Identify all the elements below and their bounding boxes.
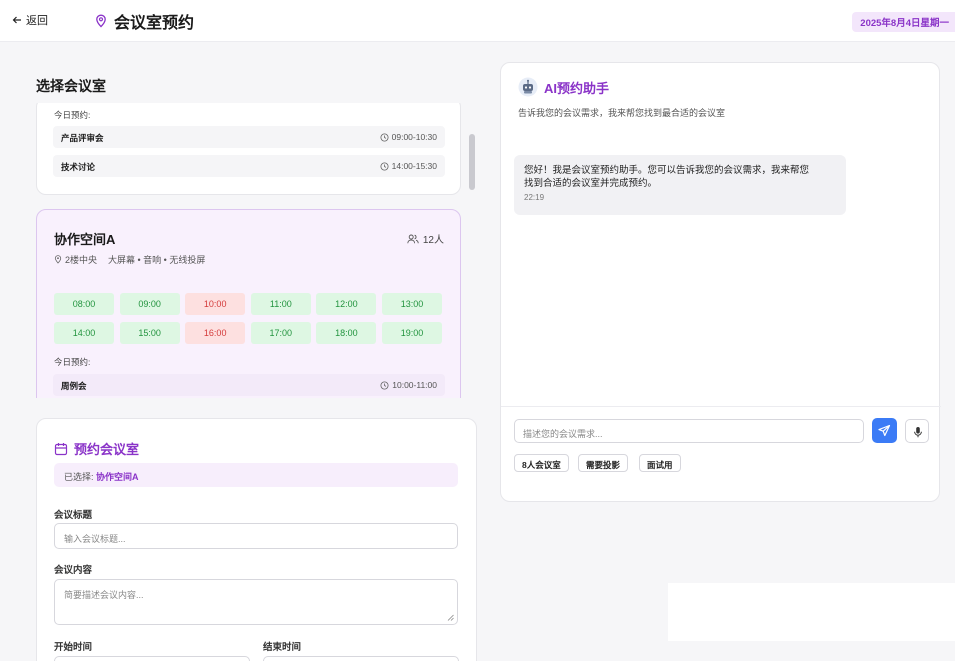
selected-room-box: 已选择: 协作空间A bbox=[54, 463, 458, 487]
quick-reply-interview[interactable]: 面试用 bbox=[639, 454, 681, 472]
page-title: 会议室预约 bbox=[114, 15, 195, 32]
time-slot[interactable]: 10:00 bbox=[185, 293, 246, 315]
room-features: 大屏幕 • 音响 • 无线投屏 bbox=[108, 255, 206, 265]
booking-time: 09:00-10:30 bbox=[380, 132, 437, 142]
microphone-icon bbox=[914, 427, 922, 438]
quick-reply-projector[interactable]: 需要投影 bbox=[578, 454, 629, 472]
room-name: 协作空间A bbox=[54, 232, 116, 247]
booking-time: 10:00-11:00 bbox=[380, 380, 437, 390]
ai-assistant-title: AI预约助手 bbox=[544, 80, 610, 96]
time-slot[interactable]: 13:00 bbox=[382, 293, 442, 315]
time-slot[interactable]: 09:00 bbox=[119, 293, 180, 315]
booking-name: 技术讨论 bbox=[61, 162, 96, 172]
ai-assistant-panel: AI预约助手 告诉我您的会议需求，我来帮您找到最合适的会议室 您好！我是会议室预… bbox=[500, 62, 941, 502]
chat-divider bbox=[501, 406, 941, 407]
resize-handle-icon[interactable] bbox=[447, 614, 454, 621]
message-timestamp: 22:19 bbox=[524, 193, 545, 202]
time-slot[interactable]: 15:00 bbox=[119, 322, 180, 344]
end-time-label: 结束时间 bbox=[263, 642, 302, 653]
room-card-collab-a[interactable]: 协作空间A 12人 2楼中央 大屏幕 • 音响 • 无线投屏 08:00 09:0… bbox=[36, 209, 461, 398]
time-slot[interactable]: 16:00 bbox=[185, 322, 246, 344]
time-slot[interactable]: 11:00 bbox=[250, 293, 311, 315]
blank-area bbox=[668, 583, 955, 641]
voice-input-button[interactable] bbox=[905, 419, 929, 443]
location-pin-icon bbox=[96, 14, 106, 28]
chat-input[interactable]: 描述您的会议需求... bbox=[514, 419, 864, 443]
date-badge: 2025年8月4日星期一 bbox=[852, 12, 955, 32]
selected-prefix: 已选择: bbox=[64, 472, 94, 482]
clock-icon bbox=[380, 161, 389, 171]
booking-form: 预约会议室 已选择: 协作空间A 会议标题 输入会议标题... 会议内容 简要描… bbox=[36, 418, 477, 661]
booking-name: 产品评审会 bbox=[61, 133, 104, 143]
top-bar: 返回 会议室预约 2025年8月4日星期一 bbox=[0, 0, 955, 42]
meeting-content-placeholder: 简要描述会议内容... bbox=[64, 590, 144, 600]
booking-form-header: 预约会议室 bbox=[54, 439, 139, 458]
room-list[interactable]: 今日预约: 产品评审会 09:00-10:30 技术讨论 14:00-15:30… bbox=[30, 103, 478, 398]
assistant-message-line: 您好！我是会议室预约助手。您可以告诉我您的会议需求，我来帮您 bbox=[524, 165, 810, 176]
time-slot[interactable]: 08:00 bbox=[54, 293, 114, 315]
quick-reply-8-person[interactable]: 8人会议室 bbox=[514, 454, 569, 472]
today-bookings-label: 今日预约: bbox=[54, 110, 91, 120]
send-button[interactable] bbox=[872, 418, 897, 443]
start-time-label: 开始时间 bbox=[54, 642, 93, 653]
room-location: 2楼中央 大屏幕 • 音响 • 无线投屏 bbox=[54, 253, 205, 266]
booking-row: 周例会 10:00-11:00 bbox=[53, 374, 445, 396]
meeting-content-label: 会议内容 bbox=[54, 565, 93, 576]
room-capacity-text: 12人 bbox=[422, 235, 444, 246]
room-card-previous[interactable]: 今日预约: 产品评审会 09:00-10:30 技术讨论 14:00-15:30 bbox=[36, 103, 461, 195]
calendar-icon bbox=[54, 442, 68, 455]
back-button[interactable]: 返回 bbox=[12, 12, 48, 28]
meeting-content-textarea[interactable]: 简要描述会议内容... bbox=[54, 579, 458, 625]
booking-time-text: 14:00-15:30 bbox=[391, 161, 437, 171]
back-label: 返回 bbox=[26, 15, 48, 27]
selected-room-name: 协作空间A bbox=[96, 472, 139, 482]
rooms-section-title: 选择会议室 bbox=[36, 78, 106, 94]
time-slot[interactable]: 19:00 bbox=[382, 322, 442, 344]
booking-time: 14:00-15:30 bbox=[380, 161, 437, 171]
time-slot[interactable]: 14:00 bbox=[54, 322, 114, 344]
end-time-input[interactable] bbox=[263, 656, 459, 661]
ai-assistant-header: AI预约助手 bbox=[518, 77, 609, 97]
time-slot[interactable]: 17:00 bbox=[250, 322, 311, 344]
meeting-title-input[interactable]: 输入会议标题... bbox=[54, 523, 458, 549]
clock-icon bbox=[380, 132, 389, 142]
assistant-message: 您好！我是会议室预约助手。您可以告诉我您的会议需求，我来帮您 找到合适的会议室并… bbox=[514, 155, 846, 215]
users-icon bbox=[407, 234, 419, 243]
start-time-input[interactable] bbox=[54, 656, 250, 661]
time-slot[interactable]: 12:00 bbox=[316, 293, 377, 315]
room-location-text: 2楼中央 bbox=[65, 255, 98, 265]
assistant-message-line: 找到合适的会议室并完成预约。 bbox=[524, 178, 658, 189]
booking-time-text: 09:00-10:30 bbox=[391, 132, 437, 142]
today-bookings-label: 今日预约: bbox=[54, 357, 91, 367]
booking-time-text: 10:00-11:00 bbox=[392, 380, 437, 390]
send-icon bbox=[878, 424, 891, 437]
meeting-title-label: 会议标题 bbox=[54, 510, 93, 521]
clock-icon bbox=[380, 380, 389, 390]
title-group: 会议室预约 bbox=[94, 9, 194, 33]
time-slot[interactable]: 18:00 bbox=[316, 322, 377, 344]
booking-row: 产品评审会 09:00-10:30 bbox=[53, 126, 445, 148]
ai-assistant-subtitle: 告诉我您的会议需求，我来帮您找到最合适的会议室 bbox=[518, 108, 726, 118]
room-capacity: 12人 bbox=[407, 231, 444, 246]
booking-row: 技术讨论 14:00-15:30 bbox=[53, 155, 445, 177]
room-list-scrollbar[interactable] bbox=[469, 134, 475, 190]
booking-form-title: 预约会议室 bbox=[74, 442, 140, 457]
location-pin-icon bbox=[54, 255, 62, 264]
arrow-left-icon bbox=[12, 16, 21, 24]
robot-icon bbox=[518, 77, 538, 97]
booking-name: 周例会 bbox=[61, 381, 87, 391]
